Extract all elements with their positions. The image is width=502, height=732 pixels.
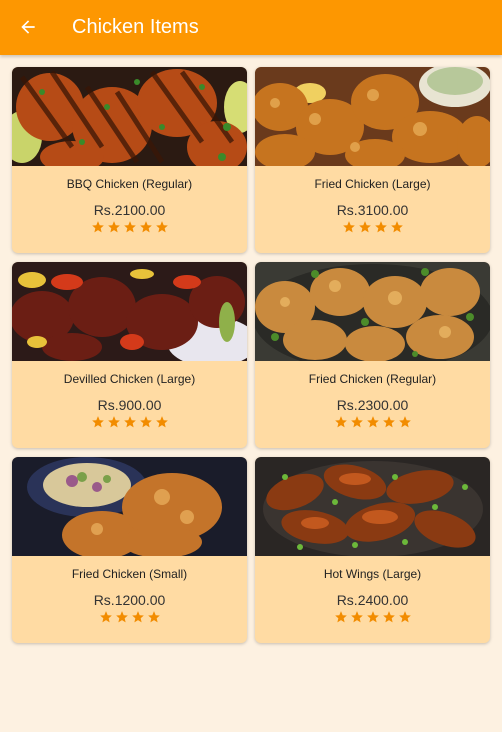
star-icon — [358, 221, 371, 233]
star-icon — [334, 416, 347, 428]
menu-item-card[interactable]: BBQ Chicken (Regular) Rs.2100.00 — [12, 67, 247, 253]
item-price: Rs.2100.00 — [93, 202, 166, 218]
item-price: Rs.1200.00 — [93, 592, 166, 608]
fried-chicken-regular-image — [255, 262, 490, 361]
star-icon — [123, 416, 136, 428]
item-price: Rs.2400.00 — [336, 592, 409, 608]
app-bar: Chicken Items — [0, 0, 502, 55]
page-title: Chicken Items — [72, 16, 199, 38]
rating-stars — [12, 220, 247, 234]
menu-item-card[interactable]: Hot Wings (Large) Rs.2400.00 — [255, 457, 490, 643]
star-icon — [155, 416, 168, 428]
devilled-chicken-image — [12, 262, 247, 361]
star-icon — [139, 221, 152, 233]
rating-stars — [12, 610, 247, 624]
star-icon — [366, 611, 379, 623]
rating-stars — [12, 415, 247, 429]
item-name: Fried Chicken (Regular) — [308, 372, 437, 386]
menu-item-card[interactable]: Devilled Chicken (Large) Rs.900.00 — [12, 262, 247, 448]
hot-wings-image — [255, 457, 490, 556]
rating-stars — [255, 220, 490, 234]
star-icon — [131, 611, 144, 623]
item-price: Rs.900.00 — [97, 397, 162, 413]
fried-chicken-large-image — [255, 67, 490, 166]
star-icon — [115, 611, 128, 623]
item-name: Fried Chicken (Small) — [71, 567, 188, 581]
star-icon — [123, 221, 136, 233]
rating-stars — [255, 610, 490, 624]
item-price: Rs.3100.00 — [336, 202, 409, 218]
star-icon — [107, 416, 120, 428]
star-icon — [398, 416, 411, 428]
arrow-left-icon — [21, 20, 35, 34]
menu-grid: BBQ Chicken (Regular) Rs.2100.00 Fried C… — [12, 67, 490, 643]
star-icon — [382, 611, 395, 623]
item-price: Rs.2300.00 — [336, 397, 409, 413]
item-name: Devilled Chicken (Large) — [63, 372, 196, 386]
star-icon — [107, 221, 120, 233]
star-icon — [155, 221, 168, 233]
item-name: BBQ Chicken (Regular) — [66, 177, 193, 191]
star-icon — [382, 416, 395, 428]
star-icon — [366, 416, 379, 428]
star-icon — [350, 416, 363, 428]
menu-item-card[interactable]: Fried Chicken (Small) Rs.1200.00 — [12, 457, 247, 643]
star-icon — [390, 221, 403, 233]
star-icon — [147, 611, 160, 623]
bbq-chicken-image — [12, 67, 247, 166]
star-icon — [374, 221, 387, 233]
star-icon — [350, 611, 363, 623]
star-icon — [398, 611, 411, 623]
menu-item-card[interactable]: Fried Chicken (Large) Rs.3100.00 — [255, 67, 490, 253]
rating-stars — [255, 415, 490, 429]
item-name: Hot Wings (Large) — [323, 567, 422, 581]
back-button[interactable] — [16, 15, 40, 39]
star-icon — [334, 611, 347, 623]
star-icon — [139, 416, 152, 428]
menu-item-card[interactable]: Fried Chicken (Regular) Rs.2300.00 — [255, 262, 490, 448]
item-name: Fried Chicken (Large) — [314, 177, 431, 191]
star-icon — [91, 416, 104, 428]
fried-chicken-small-image — [12, 457, 247, 556]
star-icon — [342, 221, 355, 233]
star-icon — [99, 611, 112, 623]
star-icon — [91, 221, 104, 233]
